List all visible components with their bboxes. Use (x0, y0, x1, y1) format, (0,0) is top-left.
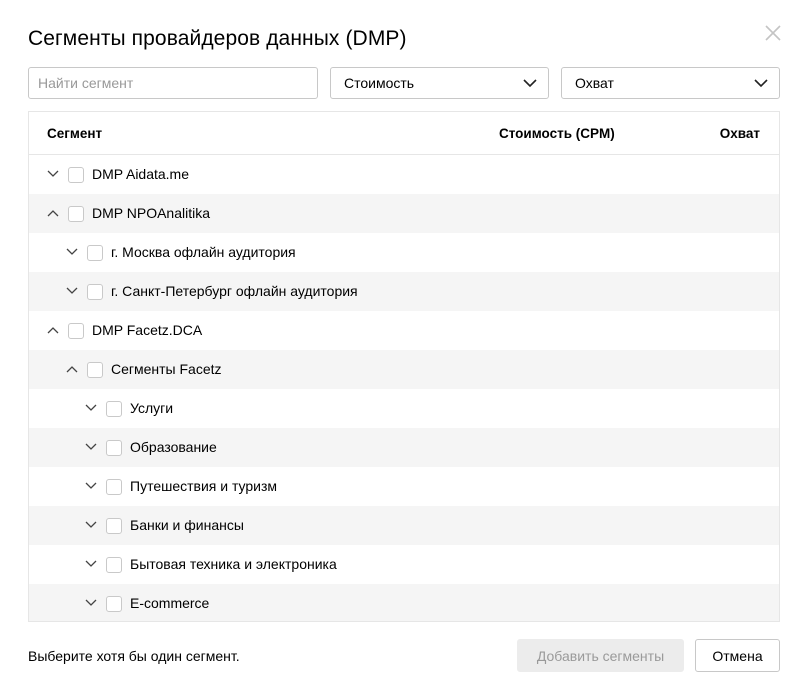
row-label: DMP NPOAnalitika (92, 205, 211, 221)
row-checkbox[interactable] (106, 479, 122, 495)
filters-bar: Стоимость Охват (28, 67, 780, 99)
chevron-down-icon[interactable] (85, 443, 97, 451)
close-icon[interactable] (762, 22, 784, 44)
row-checkbox[interactable] (87, 245, 103, 261)
dialog-title: Сегменты провайдеров данных (DMP) (28, 27, 407, 50)
chevron-down-icon (523, 79, 537, 88)
chevron-down-icon[interactable] (85, 599, 97, 607)
table-row[interactable]: Сегменты Facetz (29, 350, 779, 389)
table-header: Сегмент Стоимость (CPM) Охват (29, 112, 779, 155)
chevron-down-icon[interactable] (85, 404, 97, 412)
table-row[interactable]: DMP Aidata.me (29, 155, 779, 194)
row-checkbox[interactable] (106, 440, 122, 456)
row-checkbox[interactable] (87, 284, 103, 300)
table-row[interactable]: Банки и финансы (29, 506, 779, 545)
cancel-button[interactable]: Отмена (695, 639, 780, 672)
row-label: Путешествия и туризм (130, 478, 278, 494)
row-checkbox[interactable] (68, 167, 84, 183)
row-checkbox[interactable] (106, 557, 122, 573)
row-label: DMP Aidata.me (92, 166, 190, 182)
table-row[interactable]: Услуги (29, 389, 779, 428)
reach-select-value: Охват (575, 75, 614, 91)
row-checkbox[interactable] (106, 518, 122, 534)
table-row[interactable]: E-commerce (29, 584, 779, 621)
add-segments-button[interactable]: Добавить сегменты (517, 639, 684, 672)
table-row[interactable]: DMP Facetz.DCA (29, 311, 779, 350)
search-input[interactable] (28, 67, 318, 99)
row-label: DMP Facetz.DCA (92, 322, 203, 338)
row-label: Образование (130, 439, 217, 455)
reach-select[interactable]: Охват (561, 67, 780, 99)
chevron-down-icon[interactable] (66, 248, 78, 256)
row-label: г. Санкт-Петербург офлайн аудитория (111, 283, 358, 299)
row-checkbox[interactable] (87, 362, 103, 378)
table-row[interactable]: Путешествия и туризм (29, 467, 779, 506)
footer-hint: Выберите хотя бы один сегмент. (28, 648, 240, 664)
table-body: DMP Aidata.me DMP NPOAnalitika г. Москва о… (29, 155, 779, 621)
table-row[interactable]: DMP NPOAnalitika (29, 194, 779, 233)
column-reach[interactable]: Охват (720, 126, 760, 141)
chevron-down-icon[interactable] (85, 560, 97, 568)
segments-table: Сегмент Стоимость (CPM) Охват DMP Aidata… (28, 111, 780, 622)
row-checkbox[interactable] (106, 596, 122, 612)
row-label: Сегменты Facetz (111, 361, 222, 377)
dmp-segments-dialog: Сегменты провайдеров данных (DMP) Стоимо… (0, 0, 807, 700)
table-row[interactable]: Образование (29, 428, 779, 467)
row-label: Банки и финансы (130, 517, 244, 533)
column-cost[interactable]: Стоимость (CPM) (499, 126, 615, 141)
chevron-up-icon[interactable] (66, 365, 78, 373)
cost-select[interactable]: Стоимость (330, 67, 549, 99)
row-checkbox[interactable] (106, 401, 122, 417)
row-label: Бытовая техника и электроника (130, 556, 337, 572)
chevron-down-icon[interactable] (47, 170, 59, 178)
table-row[interactable]: г. Санкт-Петербург офлайн аудитория (29, 272, 779, 311)
chevron-down-icon[interactable] (66, 287, 78, 295)
table-row[interactable]: г. Москва офлайн аудитория (29, 233, 779, 272)
chevron-down-icon[interactable] (85, 521, 97, 529)
row-checkbox[interactable] (68, 206, 84, 222)
chevron-up-icon[interactable] (47, 209, 59, 217)
chevron-down-icon (754, 79, 768, 88)
chevron-up-icon[interactable] (47, 326, 59, 334)
row-label: Услуги (130, 400, 174, 416)
cost-select-value: Стоимость (344, 75, 415, 91)
table-row[interactable]: Бытовая техника и электроника (29, 545, 779, 584)
chevron-down-icon[interactable] (85, 482, 97, 490)
column-segment[interactable]: Сегмент (47, 126, 102, 141)
row-label: г. Москва офлайн аудитория (111, 244, 296, 260)
row-checkbox[interactable] (68, 323, 84, 339)
row-label: E-commerce (130, 595, 210, 611)
